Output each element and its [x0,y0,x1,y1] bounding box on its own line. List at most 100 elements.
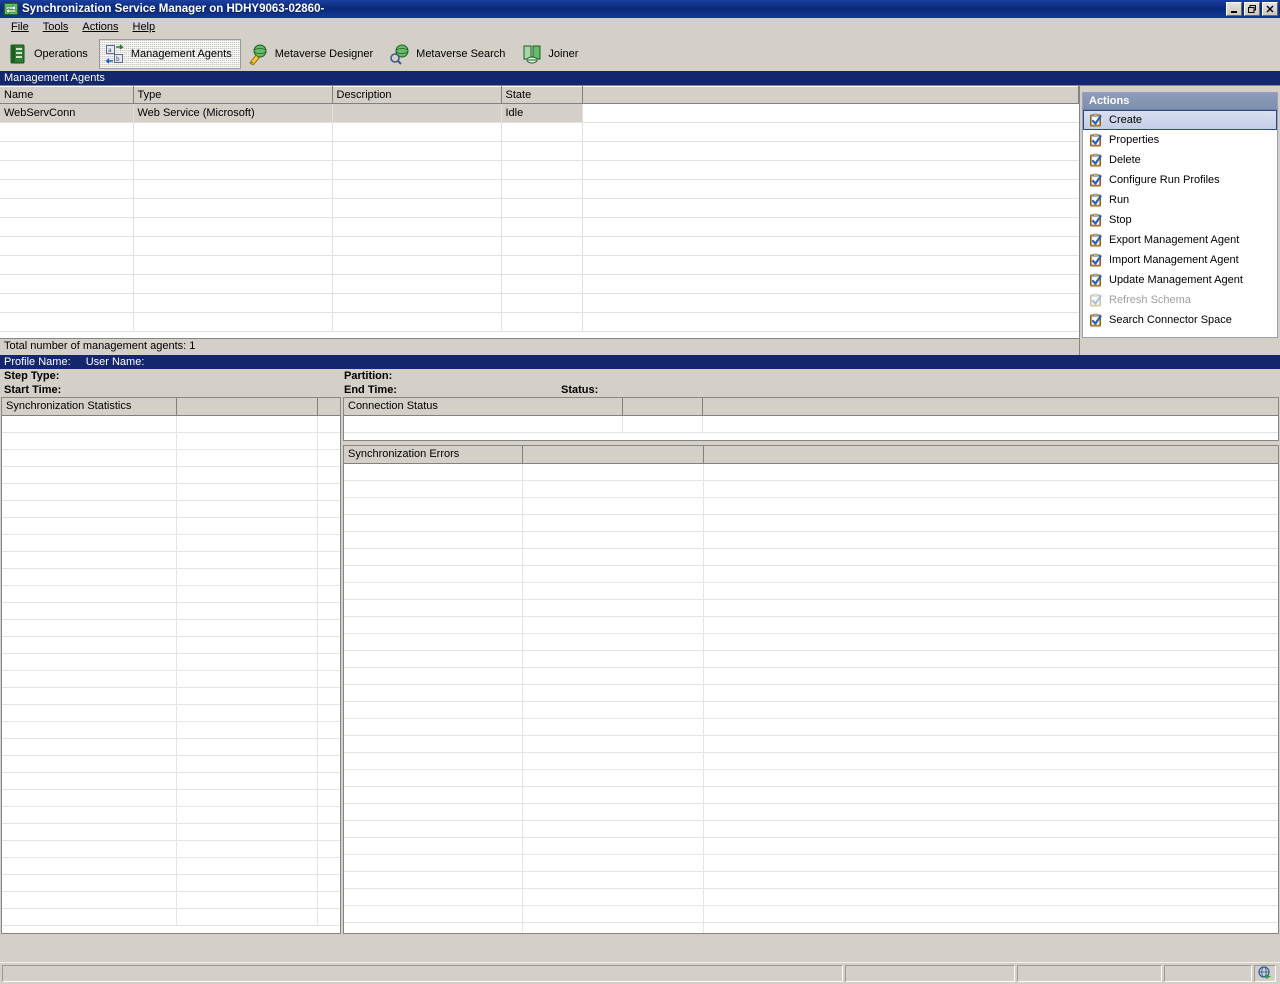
table-row-empty[interactable] [2,415,340,433]
table-row-empty[interactable] [0,179,1079,199]
sync-stats-column-0[interactable]: Synchronization Statistics [2,398,177,416]
minimize-button[interactable] [1226,2,1242,16]
table-row-empty[interactable] [344,769,1278,787]
table-row-empty[interactable] [344,565,1278,583]
table-row-empty[interactable] [344,415,1278,433]
table-row[interactable]: WebServConn Web Service (Microsoft) Idle [0,103,1079,123]
table-row-empty[interactable] [344,718,1278,736]
table-row-empty[interactable] [2,432,340,450]
menu-help[interactable]: Help [126,19,163,36]
table-row-empty[interactable] [344,735,1278,753]
menu-tools[interactable]: Tools [36,19,76,36]
sync-stats-column-2[interactable] [317,398,340,416]
table-row-empty[interactable] [2,738,340,756]
action-item-run[interactable]: Run [1083,190,1277,210]
table-row-empty[interactable] [0,255,1079,275]
toolbar-button-management-agents[interactable]: a b Management Agents [98,38,241,69]
table-row-empty[interactable] [2,585,340,603]
table-row-empty[interactable] [344,888,1278,906]
table-row-empty[interactable] [344,752,1278,770]
table-row-empty[interactable] [344,514,1278,532]
table-row-empty[interactable] [344,582,1278,600]
table-row-empty[interactable] [2,874,340,892]
table-row-empty[interactable] [2,806,340,824]
table-row-empty[interactable] [2,602,340,620]
table-row-empty[interactable] [344,684,1278,702]
table-row-empty[interactable] [2,908,340,926]
sync-errors-column-0[interactable]: Synchronization Errors [344,446,523,464]
table-row-empty[interactable] [344,854,1278,872]
action-item-update-management-agent[interactable]: Update Management Agent [1083,270,1277,290]
table-row-empty[interactable] [0,293,1079,313]
table-row-empty[interactable] [2,551,340,569]
sync-stats-column-1[interactable] [176,398,318,416]
table-row-empty[interactable] [2,517,340,535]
table-row-empty[interactable] [2,823,340,841]
table-row-empty[interactable] [344,650,1278,668]
table-row-empty[interactable] [2,721,340,739]
column-header-description[interactable]: Description [332,86,502,104]
table-row-empty[interactable] [344,616,1278,634]
table-row-empty[interactable] [344,531,1278,549]
table-row-empty[interactable] [2,619,340,637]
table-row-empty[interactable] [344,701,1278,719]
table-row-empty[interactable] [344,803,1278,821]
table-row-empty[interactable] [344,480,1278,498]
network-run-icon[interactable] [1254,964,1276,982]
table-row-empty[interactable] [2,466,340,484]
table-row-empty[interactable] [2,653,340,671]
table-row-empty[interactable] [0,198,1079,218]
table-row-empty[interactable] [2,483,340,501]
table-row-empty[interactable] [0,236,1079,256]
table-row-empty[interactable] [2,857,340,875]
column-header-type[interactable]: Type [133,86,333,104]
table-row-empty[interactable] [0,141,1079,161]
toolbar-button-metaverse-search[interactable]: Metaverse Search [384,39,514,69]
table-row-empty[interactable] [2,704,340,722]
action-item-search-connector-space[interactable]: Search Connector Space [1083,310,1277,330]
close-button[interactable] [1262,2,1278,16]
table-row-empty[interactable] [2,772,340,790]
restore-button[interactable] [1244,2,1260,16]
column-header-name[interactable]: Name [0,86,134,104]
action-item-properties[interactable]: Properties [1083,130,1277,150]
table-row-empty[interactable] [344,820,1278,838]
table-row-empty[interactable] [344,837,1278,855]
action-item-export-management-agent[interactable]: Export Management Agent [1083,230,1277,250]
action-item-import-management-agent[interactable]: Import Management Agent [1083,250,1277,270]
table-row-empty[interactable] [344,633,1278,651]
table-row-empty[interactable] [2,891,340,909]
table-row-empty[interactable] [0,122,1079,142]
table-row-empty[interactable] [0,274,1079,294]
toolbar-button-metaverse-designer[interactable]: Metaverse Designer [243,39,382,69]
table-row-empty[interactable] [344,871,1278,889]
table-row-empty[interactable] [2,755,340,773]
column-header-state[interactable]: State [501,86,583,104]
table-row-empty[interactable] [2,687,340,705]
table-row-empty[interactable] [2,636,340,654]
table-row-empty[interactable] [2,534,340,552]
table-row-empty[interactable] [2,500,340,518]
toolbar-button-joiner[interactable]: Joiner [516,39,587,69]
conn-status-column-1[interactable] [622,398,703,416]
table-row-empty[interactable] [344,548,1278,566]
sync-errors-column-2[interactable] [703,446,1278,464]
menu-actions[interactable]: Actions [75,19,125,36]
conn-status-column-0[interactable]: Connection Status [344,398,623,416]
table-row-empty[interactable] [344,463,1278,481]
table-row-empty[interactable] [344,599,1278,617]
sync-errors-column-1[interactable] [522,446,704,464]
table-row-empty[interactable] [2,568,340,586]
table-row-empty[interactable] [2,840,340,858]
table-row-empty[interactable] [344,667,1278,685]
action-item-create[interactable]: Create [1083,110,1277,130]
table-row-empty[interactable] [0,160,1079,180]
table-row-empty[interactable] [344,786,1278,804]
table-row-empty[interactable] [0,217,1079,237]
action-item-configure-run-profiles[interactable]: Configure Run Profiles [1083,170,1277,190]
table-row-empty[interactable] [344,922,1278,933]
table-row-empty[interactable] [344,905,1278,923]
action-item-stop[interactable]: Stop [1083,210,1277,230]
conn-status-column-2[interactable] [702,398,1278,416]
toolbar-button-operations[interactable]: Operations [2,39,97,69]
